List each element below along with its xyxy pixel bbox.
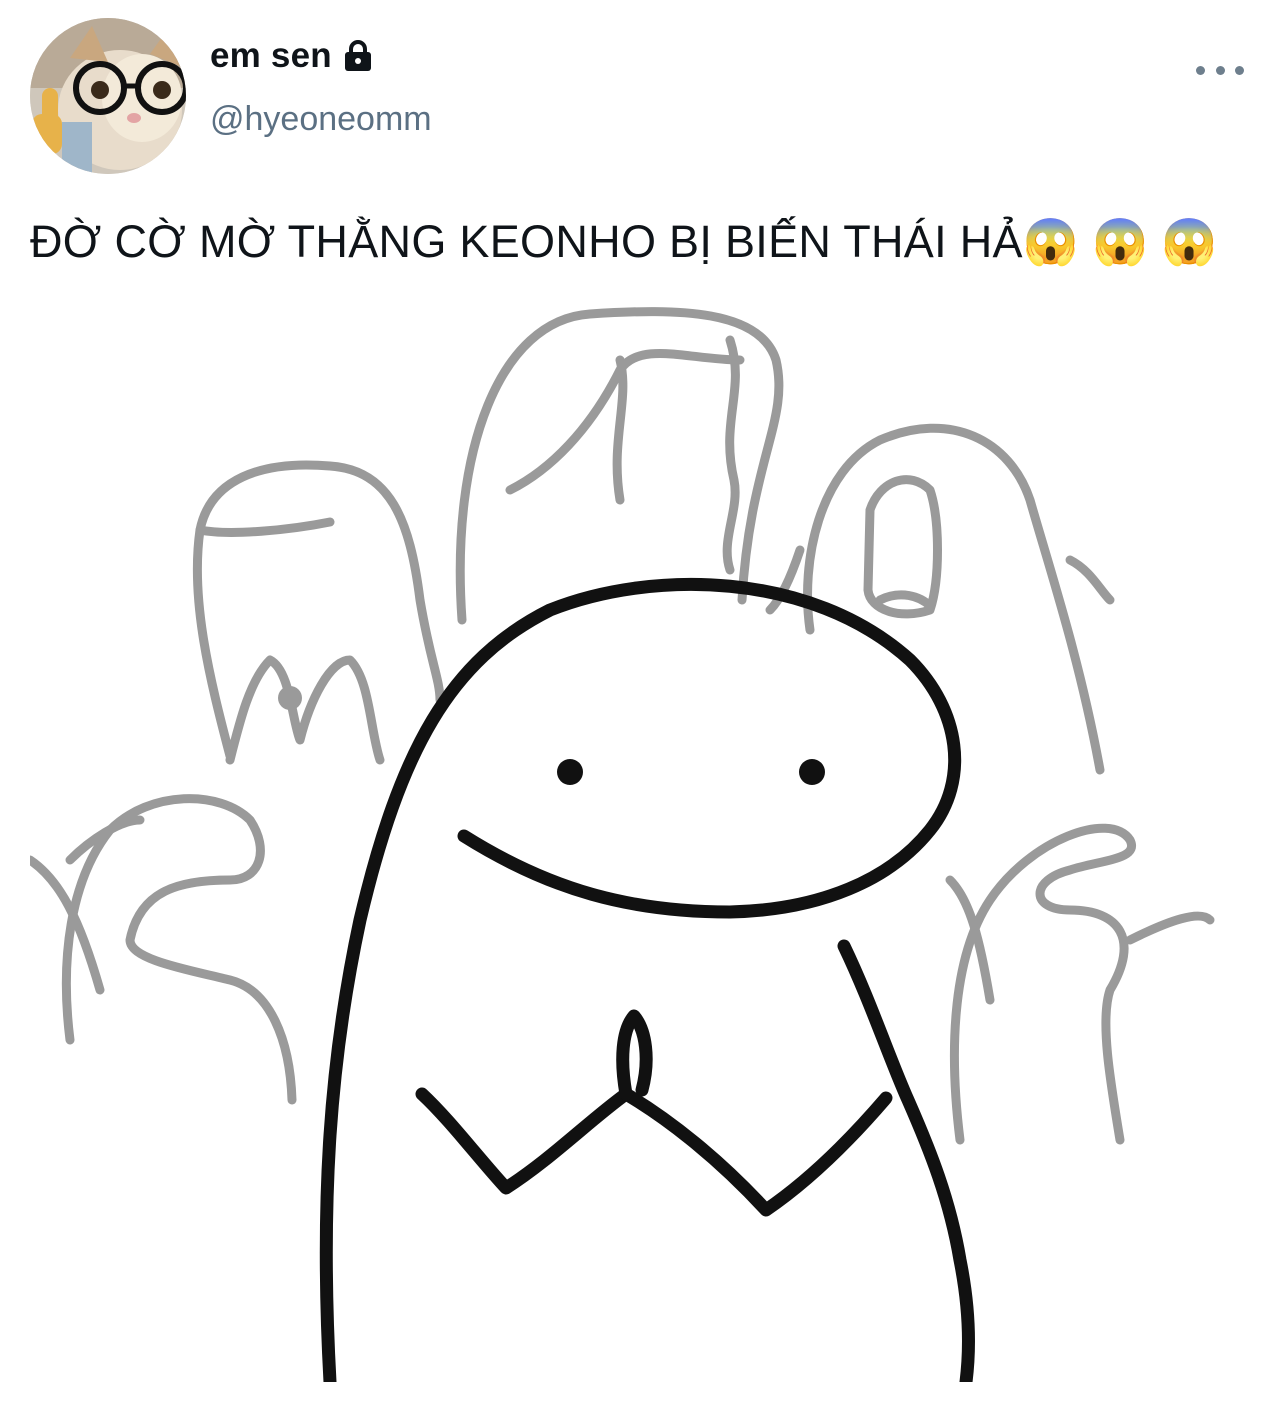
meme-drawing [25, 307, 1215, 1389]
handle[interactable]: @hyeoneomm [210, 100, 432, 139]
lock-icon [342, 39, 374, 73]
avatar[interactable] [30, 18, 186, 174]
bg-figure-left [192, 460, 445, 761]
main-figure-left-eye [557, 759, 583, 785]
tweet-media-image[interactable] [25, 300, 1226, 1389]
tweet: em sen @hyeoneomm ĐỜ CỜ MỜ THẰNG KEONHO … [0, 0, 1284, 1406]
main-figure-neck [837, 939, 975, 1389]
tweet-text: ĐỜ CỜ MỜ THẰNG KEONHO BỊ BIẾN THÁI HẢ😱 😱… [30, 216, 1218, 267]
main-figure-hands [415, 1087, 893, 1217]
bg-figure-right-bottom [949, 823, 1136, 1145]
cat-avatar-icon [30, 18, 186, 174]
main-figure-right-eye [799, 759, 825, 785]
more-button[interactable] [1196, 58, 1244, 82]
bg-figure-left-bottom [61, 794, 297, 1105]
display-name[interactable]: em sen [210, 36, 332, 76]
display-name-row[interactable]: em sen [210, 36, 374, 76]
more-horizontal-icon [1196, 65, 1205, 75]
